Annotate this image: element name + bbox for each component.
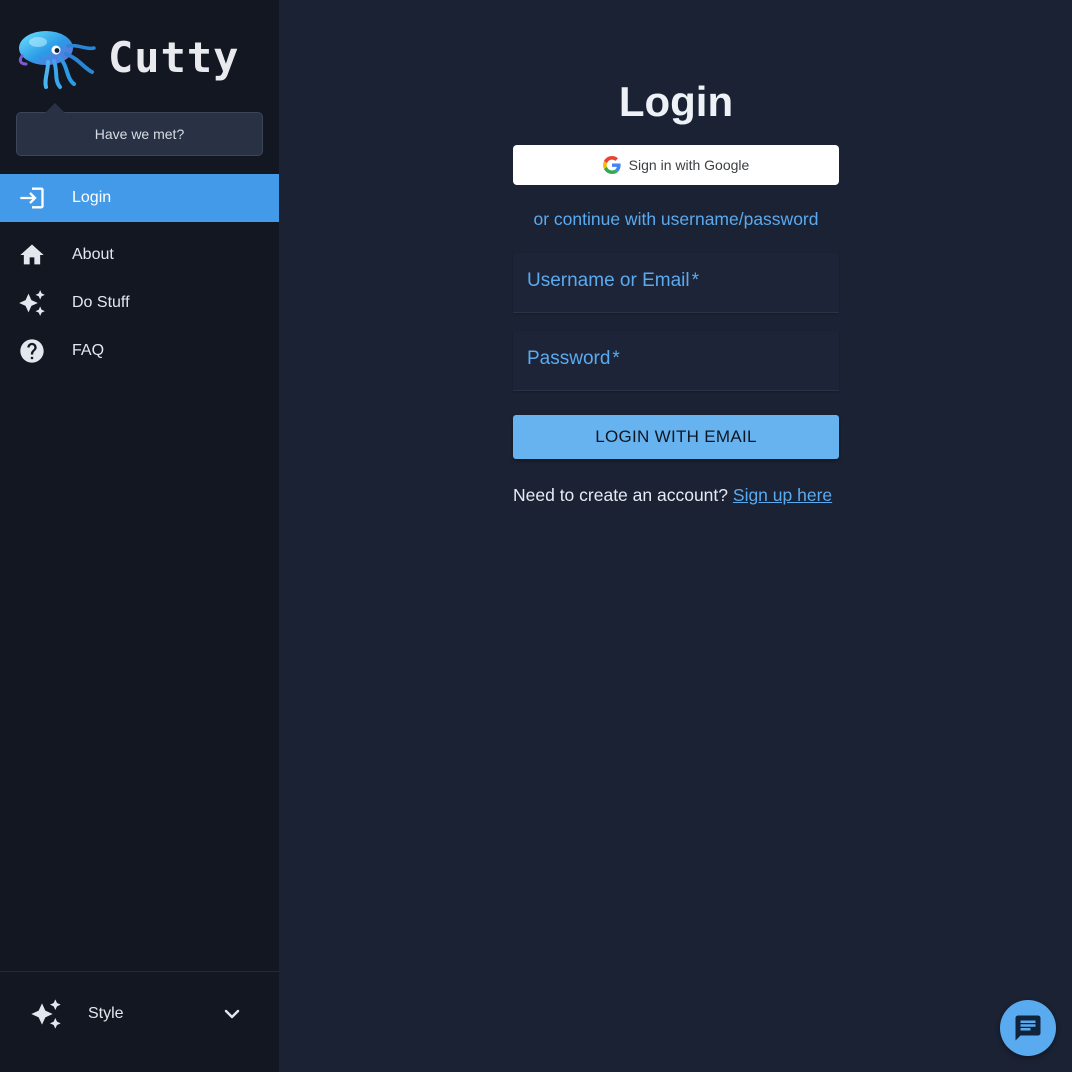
continue-with-password-link[interactable]: or continue with username/password [513,209,839,230]
help-circle-icon [17,336,47,366]
chevron-down-icon [220,1002,244,1026]
signup-link[interactable]: Sign up here [733,485,832,505]
sidebar-item-do-stuff[interactable]: Do Stuff [0,279,279,327]
chat-icon [1015,1015,1041,1041]
sidebar-item-label: FAQ [72,342,105,359]
google-button-label: Sign in with Google [628,157,750,173]
sidebar: Cutty Have we met? Login About Do Stuff [0,0,279,1072]
brand[interactable]: Cutty [16,24,239,90]
sparkles-icon [30,998,62,1030]
sidebar-item-label: About [72,246,114,263]
style-toggle[interactable]: Style [30,996,250,1032]
google-sign-in-button[interactable]: Sign in with Google [513,145,839,185]
sidebar-item-label: Login [72,189,112,206]
password-label: Password * [527,348,620,369]
style-label: Style [88,1005,124,1022]
username-label: Username or Email * [527,270,700,291]
sidebar-item-login[interactable]: Login [0,174,279,222]
sidebar-item-label: Do Stuff [72,294,130,311]
chat-button[interactable] [1000,1000,1056,1056]
username-field[interactable]: Username or Email * [513,253,839,313]
login-with-email-button[interactable]: LOGIN WITH EMAIL [513,415,839,459]
password-field[interactable]: Password * [513,331,839,391]
sidebar-item-about[interactable]: About [0,231,279,279]
greeting-bubble[interactable]: Have we met? [16,103,263,156]
squid-logo-icon [18,31,96,89]
sparkles-icon [17,288,47,318]
page-title: Login [618,78,734,125]
signup-prompt: Need to create an account? Sign up here [513,485,839,506]
sidebar-item-faq[interactable]: FAQ [0,327,279,375]
login-icon [17,183,47,213]
signup-prompt-text: Need to create an account? [513,485,729,505]
google-icon [602,156,621,174]
sidebar-nav: Login About Do Stuff FAQ [0,174,279,375]
greeting-text: Have we met? [94,126,185,142]
home-icon [17,240,47,270]
style-section: Style [0,971,279,1072]
brand-name: Cutty [108,32,240,82]
